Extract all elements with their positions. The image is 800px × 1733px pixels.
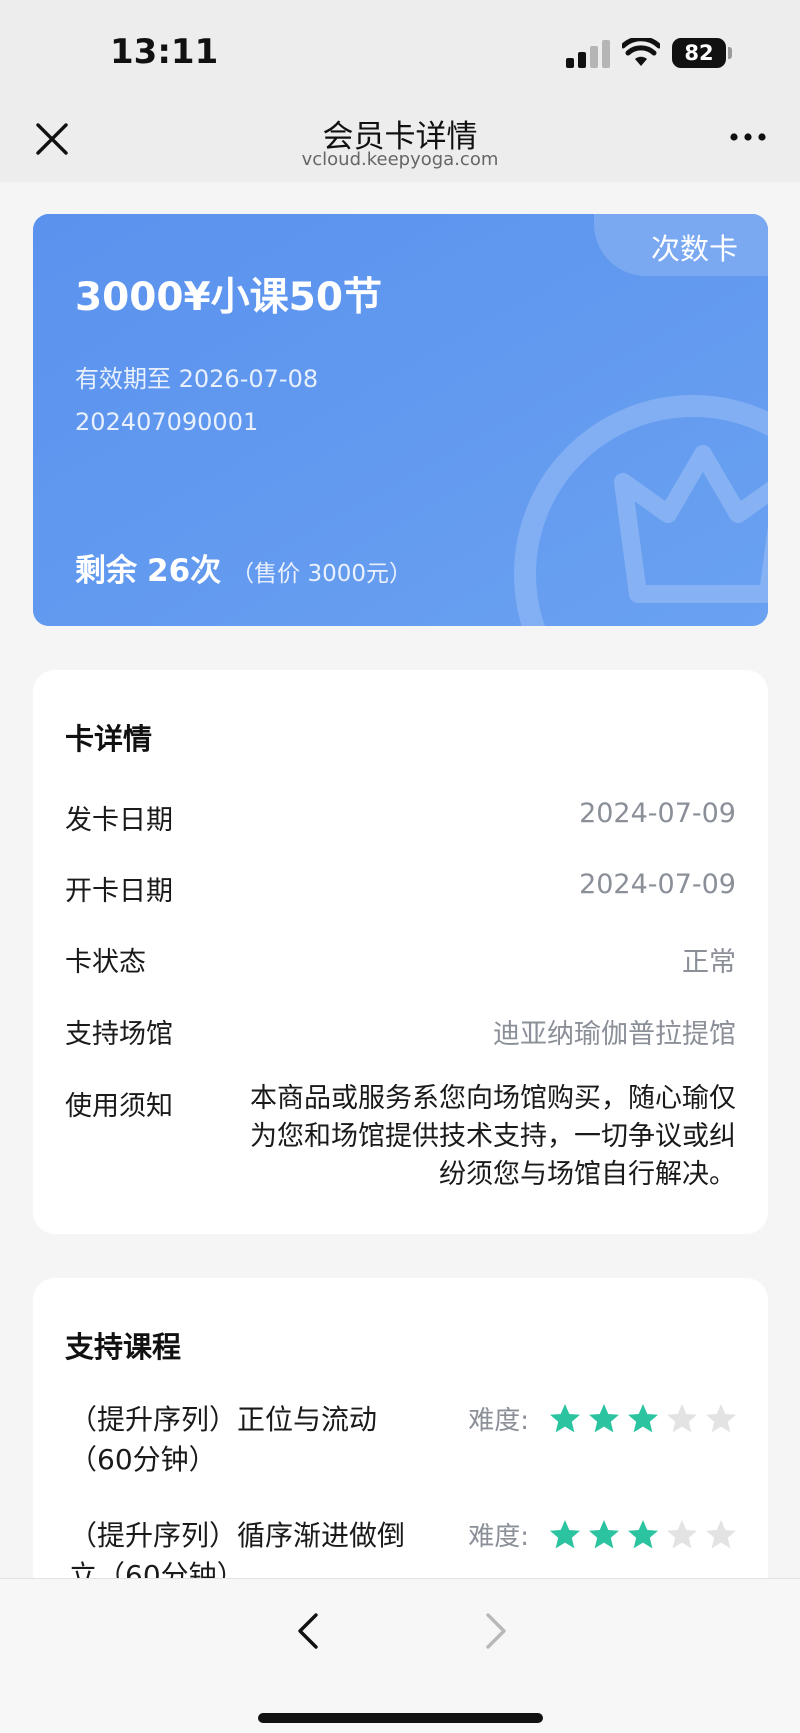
- more-icon[interactable]: [728, 127, 768, 147]
- star-filled-icon: [550, 1519, 580, 1548]
- difficulty-label: 难度:: [468, 1406, 529, 1436]
- section-title: 支持课程: [65, 1330, 182, 1364]
- card-status-label: 卡状态: [65, 947, 146, 978]
- card-details-panel: 卡详情 发卡日期 2024-07-09 开卡日期 2024-07-09 卡状态 …: [33, 670, 768, 1234]
- course-name[interactable]: （提升序列）正位与流动（60分钟）: [69, 1400, 409, 1480]
- star-filled-icon: [628, 1519, 658, 1548]
- card-number: 202407090001: [75, 408, 259, 436]
- nav-header: 会员卡详情 vcloud.keepyoga.com: [0, 105, 800, 182]
- star-empty-icon: [706, 1403, 736, 1432]
- star-filled-icon: [550, 1403, 580, 1432]
- battery-indicator: 82: [672, 38, 726, 68]
- star-filled-icon: [589, 1519, 619, 1548]
- section-title: 卡详情: [65, 722, 153, 756]
- remaining-count: 26次: [147, 553, 222, 589]
- star-empty-icon: [667, 1519, 697, 1548]
- star-filled-icon: [589, 1403, 619, 1432]
- star-rating: [543, 1518, 738, 1552]
- difficulty-rating: 难度:: [468, 1400, 738, 1437]
- card-remaining: 剩余 26次 （售价 3000元）: [75, 545, 412, 590]
- open-date-label: 开卡日期: [65, 876, 173, 907]
- page-url: vcloud.keepyoga.com: [301, 149, 499, 170]
- card-name: 3000¥小课50节: [75, 275, 382, 320]
- card-price: （售价 3000元）: [231, 561, 412, 587]
- chevron-left-icon[interactable]: [290, 1607, 326, 1655]
- status-bar: 13:11 82: [0, 0, 800, 105]
- star-empty-icon: [667, 1403, 697, 1432]
- open-date-value: 2024-07-09: [579, 869, 736, 900]
- difficulty-label: 难度:: [468, 1522, 529, 1552]
- star-empty-icon: [706, 1519, 736, 1548]
- issue-date-label: 发卡日期: [65, 805, 173, 836]
- star-rating: [543, 1402, 738, 1436]
- member-card: 次数卡 3000¥小课50节 有效期至 2026-07-08 202407090…: [33, 214, 768, 626]
- card-status-value: 正常: [682, 947, 736, 978]
- home-indicator[interactable]: [258, 1713, 543, 1723]
- venue-label: 支持场馆: [65, 1019, 173, 1050]
- battery-tip: [728, 47, 732, 59]
- star-filled-icon: [628, 1403, 658, 1432]
- chevron-right-icon[interactable]: [478, 1607, 514, 1655]
- venue-value: 迪亚纳瑜伽普拉提馆: [493, 1019, 736, 1050]
- notice-label: 使用须知: [65, 1091, 173, 1122]
- remaining-label: 剩余: [75, 553, 137, 589]
- card-type-badge: 次数卡: [594, 214, 768, 276]
- card-expiry: 有效期至 2026-07-08: [75, 365, 319, 393]
- wifi-icon: [622, 38, 660, 66]
- issue-date-value: 2024-07-09: [579, 798, 736, 829]
- notice-text: 本商品或服务系您向场馆购买，随心瑜仅为您和场馆提供技术支持，一切争议或纠纷须您与…: [250, 1083, 736, 1190]
- status-time: 13:11: [110, 32, 219, 72]
- bottom-nav-bar: [0, 1578, 800, 1733]
- cellular-signal-icon: [566, 40, 610, 68]
- difficulty-rating: 难度:: [468, 1516, 738, 1553]
